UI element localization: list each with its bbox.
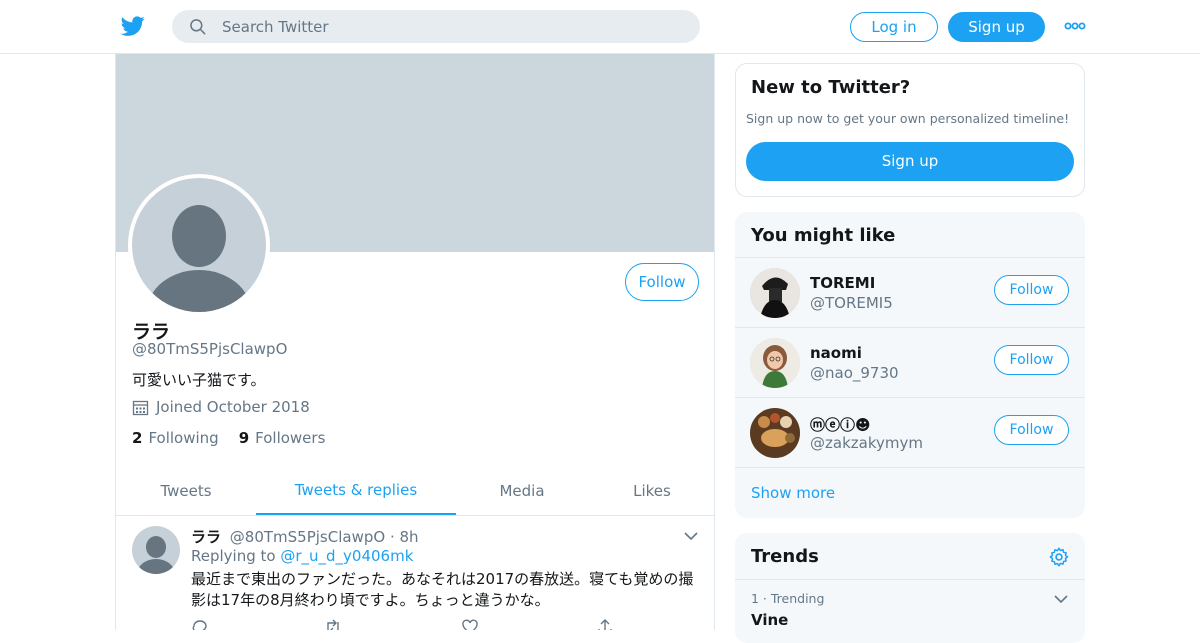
tab-likes[interactable]: Likes (588, 467, 714, 515)
new-to-twitter-card: New to Twitter? Sign up now to get your … (735, 63, 1085, 197)
share-icon[interactable] (596, 618, 614, 630)
replying-prefix: Replying to (191, 547, 276, 565)
tweet-author-name[interactable]: ララ (191, 528, 221, 546)
calendar-icon (132, 400, 149, 415)
login-button[interactable]: Log in (850, 12, 938, 42)
avatar-photo-icon (750, 408, 800, 458)
search-icon (190, 19, 206, 35)
tweet-time[interactable]: · 8h (390, 528, 419, 546)
trends-card: Trends 1 · Trending Vine (735, 533, 1085, 643)
following-stat[interactable]: 2 Following (132, 429, 219, 447)
tweet-text: 最近まで東出のファンだった。あなそれは2017の春放送。寝ても覚めの撮影は17年… (191, 570, 694, 609)
suggestion-avatar[interactable] (750, 338, 800, 388)
tweet-header: ララ @80TmS5PjsClawpO · 8h (191, 526, 419, 547)
retweet-icon[interactable] (324, 618, 342, 630)
twitter-bird-icon[interactable] (120, 14, 146, 38)
default-avatar-icon (137, 536, 175, 574)
following-count: 2 (132, 429, 143, 447)
suggestion-item[interactable]: TOREMI @TOREMI5 Follow (735, 257, 1085, 327)
suggestion-handle[interactable]: @zakzakymym (810, 434, 923, 452)
profile-stats: 2 Following 9 Followers (132, 429, 325, 447)
replying-to: Replying to @r_u_d_y0406mk (191, 547, 413, 565)
suggestion-follow-button[interactable]: Follow (994, 415, 1069, 445)
like-icon[interactable] (461, 618, 479, 630)
chevron-down-icon[interactable] (1053, 591, 1069, 607)
tweet-item[interactable]: ララ @80TmS5PjsClawpO · 8h Replying to @r_… (116, 516, 714, 630)
suggestion-name[interactable]: ⓜⓔⓘ☻ (810, 414, 871, 435)
suggestion-handle[interactable]: @TOREMI5 (810, 294, 893, 312)
you-might-like-card: You might like TOREMI @TOREMI5 Follow na… (735, 212, 1085, 518)
joined-date: Joined October 2018 (132, 398, 310, 416)
following-label: Following (148, 429, 219, 447)
profile-bio: 可愛いい子猫です。 (132, 371, 266, 389)
gear-icon[interactable] (1048, 546, 1070, 568)
signup-card-button[interactable]: Sign up (746, 142, 1074, 181)
suggestion-name[interactable]: TOREMI (810, 274, 875, 292)
avatar-photo-icon (750, 268, 800, 318)
replying-to-link[interactable]: @r_u_d_y0406mk (280, 547, 413, 565)
followers-label: Followers (255, 429, 326, 447)
signup-button[interactable]: Sign up (948, 12, 1045, 42)
trend-meta: 1 · Trending (751, 591, 825, 606)
tab-media[interactable]: Media (456, 467, 588, 515)
you-might-like-title: You might like (751, 225, 896, 246)
suggestion-avatar[interactable] (750, 268, 800, 318)
follow-button[interactable]: Follow (625, 263, 699, 301)
chevron-down-icon[interactable] (683, 528, 699, 544)
suggestion-follow-button[interactable]: Follow (994, 345, 1069, 375)
trend-item[interactable]: 1 · Trending Vine (735, 579, 1085, 643)
tab-tweets-replies[interactable]: Tweets & replies (256, 467, 456, 515)
profile-avatar[interactable] (128, 174, 270, 316)
show-more-link[interactable]: Show more (751, 484, 835, 502)
followers-count: 9 (238, 429, 250, 447)
new-to-twitter-subtitle: Sign up now to get your own personalized… (746, 111, 1070, 126)
reply-icon[interactable] (191, 618, 209, 630)
default-avatar-icon (132, 178, 266, 312)
avatar-photo-icon (750, 338, 800, 388)
tab-tweets[interactable]: Tweets (116, 467, 256, 515)
search-box[interactable] (172, 10, 700, 43)
search-input[interactable] (222, 10, 682, 43)
profile-tabs: Tweets Tweets & replies Media Likes (116, 467, 714, 516)
suggestion-avatar[interactable] (750, 408, 800, 458)
trends-title: Trends (751, 546, 819, 567)
suggestion-item[interactable]: naomi @nao_9730 Follow (735, 327, 1085, 397)
new-to-twitter-title: New to Twitter? (751, 77, 911, 98)
followers-stat[interactable]: 9 Followers (239, 429, 326, 447)
profile-handle[interactable]: @80TmS5PjsClawpO (132, 340, 287, 358)
joined-text: Joined October 2018 (156, 398, 310, 416)
tweet-actions (191, 618, 631, 630)
tweet-avatar[interactable] (132, 526, 180, 574)
more-dots-icon[interactable] (1064, 18, 1086, 34)
suggestion-follow-button[interactable]: Follow (994, 275, 1069, 305)
profile-column: Follow ララ @80TmS5PjsClawpO 可愛いい子猫です。 Joi… (115, 54, 715, 630)
tweet-author-handle[interactable]: @80TmS5PjsClawpO (230, 528, 385, 546)
suggestion-item[interactable]: ⓜⓔⓘ☻ @zakzakymym Follow (735, 397, 1085, 467)
suggestion-handle[interactable]: @nao_9730 (810, 364, 899, 382)
top-navigation-bar: Log in Sign up (0, 0, 1200, 54)
trend-name[interactable]: Vine (751, 611, 788, 629)
suggestion-name[interactable]: naomi (810, 344, 862, 362)
show-more-row[interactable]: Show more (735, 467, 1085, 518)
